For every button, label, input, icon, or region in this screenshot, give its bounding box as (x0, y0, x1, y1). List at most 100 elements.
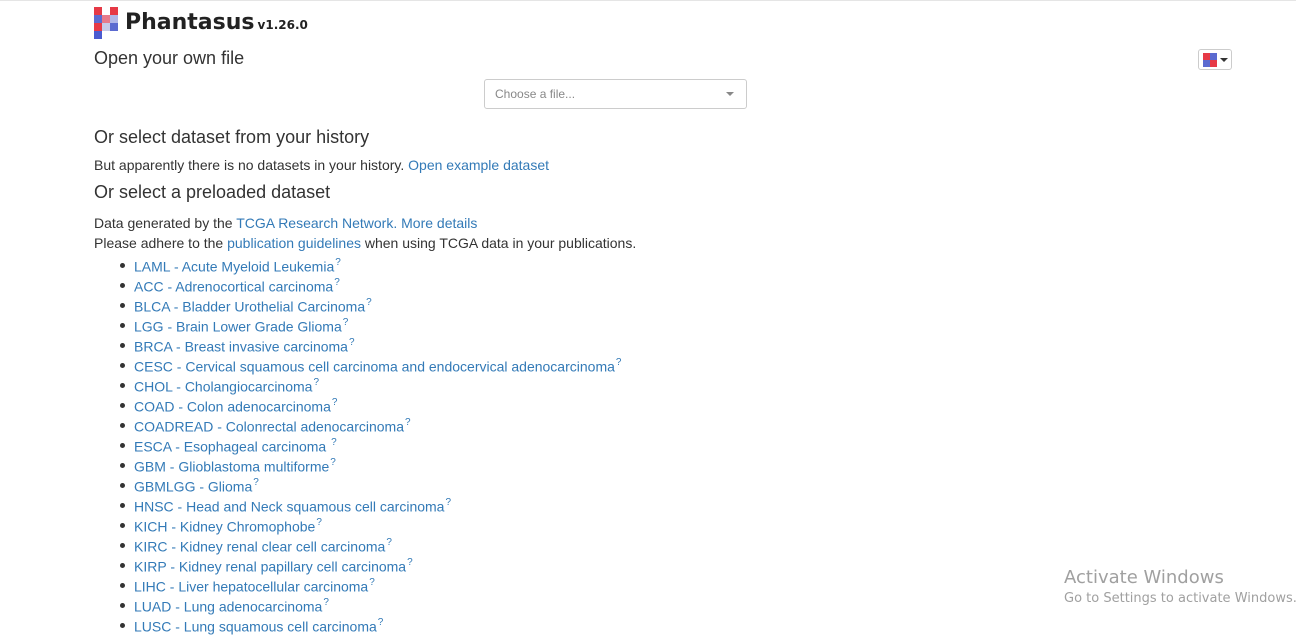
dataset-help-icon[interactable]: ? (369, 577, 375, 588)
logo-cell (94, 15, 102, 23)
dataset-link[interactable]: KIRC - Kidney renal clear cell carcinoma (134, 539, 385, 555)
dataset-list-item: BLCA - Bladder Urothelial Carcinoma? (119, 294, 621, 315)
dataset-link[interactable]: LIHC - Liver hepatocellular carcinoma (134, 579, 368, 595)
dataset-link[interactable]: KIRP - Kidney renal papillary cell carci… (134, 559, 406, 575)
dataset-help-icon[interactable]: ? (407, 557, 413, 568)
dataset-list-item: KIRP - Kidney renal papillary cell carci… (119, 554, 621, 575)
logo-cell (110, 23, 118, 31)
dataset-help-icon[interactable]: ? (334, 277, 340, 288)
dataset-help-icon[interactable]: ? (330, 457, 336, 468)
adhere-suffix: when using TCGA data in your publication… (364, 235, 637, 251)
flag-cell (1202, 59, 1210, 67)
dataset-list-item: KICH - Kidney Chromophobe? (119, 514, 621, 535)
dataset-list-item: LUAD - Lung adenocarcinoma? (119, 594, 621, 615)
adhere-prefix: Please adhere to the (94, 235, 224, 251)
dataset-list-item: ESCA - Esophageal carcinoma ? (119, 434, 621, 455)
logo-cell (94, 31, 102, 39)
dataset-link[interactable]: CHOL - Cholangiocarcinoma (134, 379, 312, 395)
app-name: Phantasus v1.26.0 (125, 10, 308, 35)
dataset-list-item: CESC - Cervical squamous cell carcinoma … (119, 354, 622, 375)
data-generated-line: Data generated by the TCGA Research Netw… (94, 215, 477, 231)
dataset-link[interactable]: BRCA - Breast invasive carcinoma (134, 339, 348, 355)
dataset-help-icon[interactable]: ? (405, 417, 411, 428)
caret-down-icon (1219, 57, 1228, 62)
history-message: But apparently there is no datasets in y… (94, 157, 549, 173)
language-selector-button[interactable] (1198, 49, 1232, 70)
logo-cell (102, 15, 110, 23)
app-logo[interactable]: Phantasus v1.26.0 (94, 7, 308, 39)
dataset-link[interactable]: KICH - Kidney Chromophobe (134, 519, 315, 535)
dataset-link[interactable]: HNSC - Head and Neck squamous cell carci… (134, 499, 444, 515)
flag-icon (1202, 52, 1217, 67)
chevron-down-icon (726, 92, 734, 96)
dataset-list-item: KIRC - Kidney renal clear cell carcinoma… (119, 534, 621, 555)
publication-guidelines-link[interactable]: publication guidelines (227, 235, 361, 251)
dataset-help-icon[interactable]: ? (313, 377, 319, 388)
dataset-link[interactable]: COAD - Colon adenocarcinoma (134, 399, 331, 415)
dataset-link[interactable]: LGG - Brain Lower Grade Glioma (134, 319, 342, 335)
app-version: v1.26.0 (257, 18, 308, 32)
logo-cell (110, 15, 118, 23)
logo-cell (110, 31, 118, 39)
dataset-link[interactable]: GBMLGG - Glioma (134, 479, 252, 495)
flag-cell (1209, 59, 1217, 67)
dataset-help-icon[interactable]: ? (332, 397, 338, 408)
dataset-list-item: HNSC - Head and Neck squamous cell carci… (119, 494, 621, 515)
open-file-heading: Open your own file (94, 48, 245, 68)
dataset-list-item: COADREAD - Colonrectal adenocarcinoma? (119, 414, 621, 435)
dataset-link[interactable]: BLCA - Bladder Urothelial Carcinoma (134, 299, 365, 315)
logo-cell (102, 7, 110, 15)
history-heading: Or select dataset from your history (94, 127, 370, 147)
dataset-help-icon[interactable]: ? (331, 437, 337, 448)
dataset-list-item: CHOL - Cholangiocarcinoma? (119, 374, 621, 395)
dataset-help-icon[interactable]: ? (445, 497, 451, 508)
dataset-link[interactable]: GBM - Glioblastoma multiforme (134, 459, 329, 475)
logo-cell (110, 7, 118, 15)
history-empty-text: But apparently there is no datasets in y… (94, 157, 405, 173)
dataset-link[interactable]: ESCA - Esophageal carcinoma (134, 439, 330, 455)
dataset-help-icon[interactable]: ? (378, 617, 384, 628)
publication-guidelines-line: Please adhere to the publication guideli… (94, 235, 636, 251)
activate-windows-title: Activate Windows (1064, 567, 1224, 588)
dataset-list-item: GBM - Glioblastoma multiforme? (119, 454, 621, 475)
dataset-link[interactable]: CESC - Cervical squamous cell carcinoma … (134, 359, 615, 375)
dataset-help-icon[interactable]: ? (386, 537, 392, 548)
dataset-link[interactable]: LUAD - Lung adenocarcinoma (134, 599, 322, 615)
dataset-help-icon[interactable]: ? (316, 517, 322, 528)
dataset-list-item: ACC - Adrenocortical carcinoma? (119, 274, 621, 295)
dataset-help-icon[interactable]: ? (349, 337, 355, 348)
preloaded-heading: Or select a preloaded dataset (94, 182, 331, 202)
dataset-list-item: BRCA - Breast invasive carcinoma? (119, 334, 621, 355)
more-details-link[interactable]: More details (401, 215, 477, 231)
tcga-network-link[interactable]: TCGA Research Network. (236, 215, 397, 231)
dataset-link[interactable]: COADREAD - Colonrectal adenocarcinoma (134, 419, 404, 435)
dataset-link[interactable]: LAML - Acute Myeloid Leukemia (134, 259, 334, 275)
dataset-list-item: LGG - Brain Lower Grade Glioma? (119, 314, 621, 335)
logo-cell (102, 23, 110, 31)
activate-windows-subtitle: Go to Settings to activate Windows. (1064, 591, 1296, 606)
logo-cell (102, 31, 110, 39)
phantasus-logo-icon (94, 7, 118, 39)
logo-cell (94, 23, 102, 31)
dataset-list-item: LIHC - Liver hepatocellular carcinoma? (119, 574, 621, 595)
dataset-list: LAML - Acute Myeloid Leukemia? ACC - Adre… (119, 254, 622, 635)
dataset-help-icon[interactable]: ? (335, 257, 341, 268)
dataset-help-icon[interactable]: ? (323, 597, 329, 608)
dataset-link[interactable]: LUSC - Lung squamous cell carcinoma (134, 619, 377, 635)
generated-prefix: Data generated by the (94, 215, 233, 231)
dataset-help-icon[interactable]: ? (343, 317, 349, 328)
dataset-help-icon[interactable]: ? (366, 297, 372, 308)
dataset-list-item: COAD - Colon adenocarcinoma? (119, 394, 621, 415)
flag-cell (1202, 52, 1210, 60)
dataset-list-item: GBMLGG - Glioma? (119, 474, 621, 495)
flag-cell (1209, 52, 1217, 60)
file-chooser-dropdown[interactable]: Choose a file... (484, 79, 747, 109)
top-border (0, 0, 1296, 1)
dataset-help-icon[interactable]: ? (253, 477, 259, 488)
open-example-dataset-link[interactable]: Open example dataset (408, 157, 549, 173)
dataset-list-item: LAML - Acute Myeloid Leukemia? (119, 254, 621, 275)
dataset-link[interactable]: ACC - Adrenocortical carcinoma (134, 279, 333, 295)
dataset-help-icon[interactable]: ? (616, 357, 622, 368)
logo-cell (94, 7, 102, 15)
file-chooser-placeholder: Choose a file... (495, 87, 576, 101)
